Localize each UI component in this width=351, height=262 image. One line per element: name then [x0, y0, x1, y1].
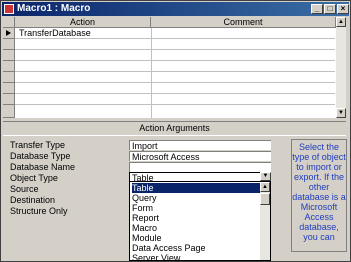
transfer-type-field[interactable]: Import	[129, 140, 271, 151]
row-gridline	[15, 71, 335, 72]
dropdown-option[interactable]: Macro	[132, 223, 260, 233]
row-pointer-icon	[6, 30, 11, 36]
row-gridline	[15, 82, 335, 83]
action-column-header[interactable]: Action	[15, 17, 151, 28]
maximize-button[interactable]: □	[324, 4, 336, 14]
scroll-thumb[interactable]	[260, 193, 270, 205]
row-gridline	[15, 93, 335, 94]
row-selector[interactable]	[3, 94, 15, 105]
database-name-field[interactable]	[129, 162, 271, 172]
corner-header	[3, 17, 15, 28]
structure-only-label: Structure Only	[10, 206, 68, 216]
dropdown-option[interactable]: Data Access Page	[132, 243, 260, 253]
window-title: Macro1 : Macro	[17, 3, 91, 14]
macro-icon	[4, 4, 14, 14]
object-type-label: Object Type	[10, 173, 58, 183]
dropdown-option[interactable]: Query	[132, 193, 260, 203]
macro-grid: Action Comment TransferDatabase ▲ ▼	[3, 17, 346, 118]
grid-vertical-scrollbar[interactable]: ▲ ▼	[336, 17, 346, 118]
database-type-label: Database Type	[10, 151, 71, 161]
row-selector[interactable]	[3, 105, 15, 118]
dropdown-option[interactable]: Form	[132, 203, 260, 213]
row-selector[interactable]	[3, 61, 15, 72]
action-cell[interactable]: TransferDatabase	[19, 28, 91, 38]
column-gridline	[151, 28, 152, 118]
row-selector[interactable]	[3, 50, 15, 61]
argument-help-text: Select the type of object to import or e…	[291, 139, 347, 252]
dropdown-option[interactable]: Server View	[132, 253, 260, 260]
scroll-up-icon[interactable]: ▲	[336, 17, 346, 27]
scroll-up-icon[interactable]: ▲	[260, 182, 270, 192]
scroll-down-icon[interactable]: ▼	[336, 108, 346, 118]
row-selector[interactable]	[3, 83, 15, 94]
dropdown-option[interactable]: Table	[132, 183, 260, 193]
row-selector[interactable]	[3, 39, 15, 50]
object-type-dropdown-list: Table Query Form Report Macro Module Dat…	[129, 181, 271, 261]
row-gridline	[15, 60, 335, 61]
destination-label: Destination	[10, 195, 56, 205]
row-selector[interactable]	[3, 72, 15, 83]
title-bar[interactable]: Macro1 : Macro _ □ ×	[2, 2, 349, 16]
minimize-button[interactable]: _	[311, 4, 323, 14]
close-button[interactable]: ×	[337, 4, 349, 14]
source-label: Source	[10, 184, 39, 194]
current-row-selector[interactable]	[3, 28, 15, 39]
database-type-field[interactable]: Microsoft Access	[129, 151, 271, 162]
database-name-label: Database Name	[10, 162, 76, 172]
dropdown-arrow-icon[interactable]: ▼	[260, 172, 271, 181]
comment-column-header[interactable]: Comment	[151, 17, 336, 28]
dropdown-option[interactable]: Module	[132, 233, 260, 243]
dropdown-option[interactable]: Report	[132, 213, 260, 223]
transfer-type-label: Transfer Type	[10, 140, 66, 150]
macro-window: Macro1 : Macro _ □ × Action Comment Tran…	[0, 0, 351, 262]
row-gridline	[15, 104, 335, 105]
dropdown-scrollbar[interactable]: ▲	[260, 182, 270, 260]
row-gridline	[15, 38, 335, 39]
row-gridline	[15, 49, 335, 50]
action-arguments-header: Action Arguments	[3, 121, 346, 136]
